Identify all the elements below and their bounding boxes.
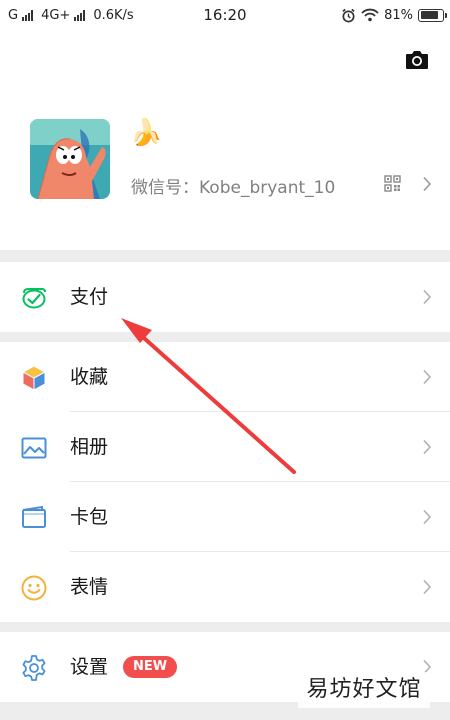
menu-label-album: 相册 bbox=[70, 436, 109, 458]
chevron-right-icon bbox=[423, 289, 432, 305]
wallet-check-icon bbox=[22, 288, 46, 309]
battery-icon bbox=[418, 8, 447, 22]
battery-percent: 81% bbox=[384, 7, 413, 23]
menu-label-stickers: 表情 bbox=[70, 576, 109, 598]
chevron-right-icon bbox=[423, 509, 432, 525]
signal-icon-2 bbox=[74, 9, 86, 21]
wechat-id: 微信号：Kobe_bryant_10 bbox=[131, 178, 336, 198]
gear-icon bbox=[22, 655, 46, 681]
card-icon bbox=[22, 505, 46, 528]
chevron-right-icon bbox=[423, 439, 432, 455]
network-speed: 0.6K/s bbox=[93, 7, 134, 23]
alarm-icon bbox=[342, 8, 355, 22]
menu-item-favorites[interactable]: 收藏 bbox=[0, 342, 450, 412]
carrier-label-2: 4G+ bbox=[41, 7, 71, 23]
menu-item-pay[interactable]: 支付 bbox=[0, 262, 450, 332]
smile-icon bbox=[21, 575, 47, 601]
pay-group: 支付 bbox=[0, 262, 450, 332]
menu-label-settings: 设置 bbox=[70, 656, 109, 678]
menu-label-cards: 卡包 bbox=[70, 506, 109, 528]
profile-card[interactable]: 🍌 微信号：Kobe_bryant_10 bbox=[0, 30, 450, 250]
nickname: 🍌 bbox=[130, 118, 163, 148]
image-icon bbox=[21, 437, 47, 459]
chevron-right-icon bbox=[423, 369, 432, 385]
chevron-right-icon bbox=[423, 579, 432, 595]
signal-icon bbox=[22, 9, 34, 21]
menu-item-cards[interactable]: 卡包 bbox=[0, 482, 450, 552]
qr-code-icon[interactable] bbox=[384, 175, 401, 192]
camera-icon[interactable] bbox=[404, 48, 430, 72]
menu-item-album[interactable]: 相册 bbox=[0, 412, 450, 482]
watermark: 易坊好文馆 bbox=[298, 672, 430, 708]
features-group: 收藏 相册 卡包 表情 bbox=[0, 342, 450, 622]
menu-label-pay: 支付 bbox=[70, 286, 109, 308]
wifi-icon bbox=[361, 8, 379, 22]
cube-icon bbox=[22, 365, 46, 391]
carrier-label-1: G bbox=[8, 7, 19, 23]
new-badge: NEW bbox=[123, 656, 178, 678]
status-bar: G 4G+ 0.6K/s 16:20 81% bbox=[0, 0, 450, 30]
menu-item-stickers[interactable]: 表情 bbox=[0, 552, 450, 622]
chevron-right-icon bbox=[423, 176, 432, 192]
menu-label-favorites: 收藏 bbox=[70, 366, 109, 388]
avatar[interactable] bbox=[30, 119, 110, 199]
